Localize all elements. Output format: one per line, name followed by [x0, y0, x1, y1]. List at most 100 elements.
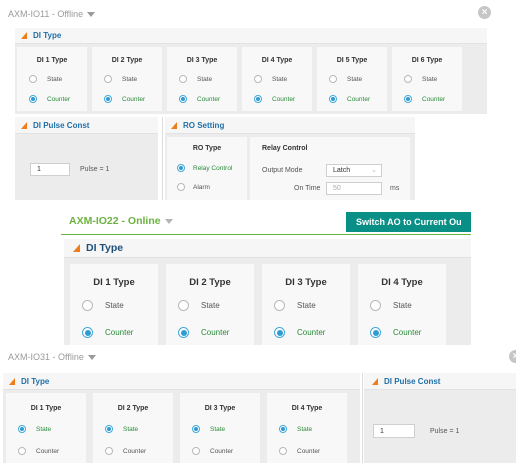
- radio-button[interactable]: [370, 300, 381, 311]
- di-type-card: DI 4 Type State Counter: [358, 264, 446, 345]
- radio-button[interactable]: [18, 447, 26, 455]
- radio-state[interactable]: State: [178, 300, 220, 311]
- radio-button[interactable]: [279, 447, 287, 455]
- radio-button[interactable]: [178, 300, 189, 311]
- orange-triangle-icon: [21, 32, 27, 39]
- radio-button[interactable]: [104, 95, 112, 103]
- radio-label: State: [36, 425, 52, 433]
- di-pulse-const-header[interactable]: DI Pulse Const: [15, 117, 158, 134]
- radio-button[interactable]: [370, 327, 381, 338]
- radio-button[interactable]: [274, 300, 285, 311]
- close-icon[interactable]: ×: [478, 6, 491, 19]
- pulse-const-input[interactable]: 1: [30, 163, 70, 176]
- radio-counter[interactable]: Counter: [192, 447, 233, 455]
- radio-button[interactable]: [404, 75, 412, 83]
- di-type-card-title: DI 1 Type: [36, 57, 68, 64]
- radio-label: Counter: [105, 328, 134, 337]
- radio-counter[interactable]: Counter: [29, 95, 70, 103]
- radio-label: Counter: [347, 95, 371, 103]
- radio-button[interactable]: [29, 75, 37, 83]
- di-type-header[interactable]: DI Type: [15, 28, 487, 44]
- di-type-card-title: DI 1 Type: [93, 277, 135, 288]
- radio-state[interactable]: State: [18, 425, 51, 433]
- radio-counter[interactable]: Counter: [178, 327, 229, 338]
- radio-counter[interactable]: Counter: [82, 327, 133, 338]
- radio-button[interactable]: [82, 300, 93, 311]
- radio-button[interactable]: [179, 75, 187, 83]
- radio-label: Counter: [297, 447, 321, 455]
- radio-button[interactable]: [179, 95, 187, 103]
- radio-state[interactable]: State: [105, 425, 138, 433]
- radio-button[interactable]: [254, 75, 262, 83]
- radio-state[interactable]: State: [404, 75, 437, 83]
- di-type-card: DI 1 Type State Counter: [6, 393, 86, 463]
- pulse-const-input[interactable]: 1: [373, 424, 415, 438]
- radio-button[interactable]: [29, 95, 37, 103]
- radio-button[interactable]: [404, 95, 412, 103]
- ro-setting-header[interactable]: RO Setting: [165, 117, 415, 134]
- radio-button[interactable]: [329, 95, 337, 103]
- radio-state[interactable]: State: [104, 75, 137, 83]
- di-type-header[interactable]: DI Type: [3, 373, 360, 390]
- output-mode-select[interactable]: Latch ⌄: [326, 164, 382, 177]
- radio-counter[interactable]: Counter: [279, 447, 320, 455]
- radio-state[interactable]: State: [279, 425, 312, 433]
- radio-state[interactable]: State: [179, 75, 212, 83]
- di-pulse-const-header[interactable]: DI Pulse Const: [364, 373, 516, 390]
- di-type-card-title: DI 1 Type: [30, 405, 62, 412]
- device-title-bar[interactable]: AXM-IO31 - Offline: [8, 349, 96, 365]
- di-type-card: DI 6 Type State Counter: [392, 47, 462, 111]
- radio-state[interactable]: State: [254, 75, 287, 83]
- radio-label: State: [347, 75, 363, 83]
- radio-label: Counter: [201, 328, 230, 337]
- caret-down-icon[interactable]: [164, 218, 173, 224]
- di-type-card-title: DI 6 Type: [411, 57, 443, 64]
- radio-button[interactable]: [177, 183, 185, 191]
- device-title-bar[interactable]: AXM-IO11 - Offline: [8, 6, 96, 22]
- radio-button[interactable]: [254, 95, 262, 103]
- radio-state[interactable]: State: [329, 75, 362, 83]
- radio-alarm[interactable]: Alarm: [177, 183, 210, 191]
- radio-counter[interactable]: Counter: [370, 327, 421, 338]
- radio-relay-control[interactable]: .p1 .radio.on::after{width:4px;height:4p…: [177, 164, 232, 172]
- radio-state[interactable]: State: [82, 300, 124, 311]
- radio-button[interactable]: [279, 425, 287, 433]
- pulse-const-suffix: Pulse = 1: [430, 428, 460, 435]
- radio-state[interactable]: State: [370, 300, 412, 311]
- radio-counter[interactable]: Counter: [179, 95, 220, 103]
- radio-counter[interactable]: Counter: [105, 447, 146, 455]
- device-title-bar[interactable]: AXM-IO22 - Online: [69, 213, 173, 229]
- radio-button[interactable]: .p1 .radio.on::after{width:4px;height:4p…: [177, 164, 185, 172]
- radio-button[interactable]: [105, 447, 113, 455]
- radio-label: State: [197, 75, 213, 83]
- di-type-card: DI 5 Type State Counter: [317, 47, 387, 111]
- radio-counter[interactable]: Counter: [329, 95, 370, 103]
- radio-button[interactable]: [178, 327, 189, 338]
- select-value: Latch: [333, 167, 351, 174]
- di-type-header[interactable]: DI Type: [64, 239, 471, 258]
- radio-counter[interactable]: Counter: [404, 95, 445, 103]
- radio-button[interactable]: [82, 327, 93, 338]
- radio-button[interactable]: [329, 75, 337, 83]
- radio-counter[interactable]: Counter: [18, 447, 59, 455]
- radio-button[interactable]: [104, 75, 112, 83]
- caret-down-icon[interactable]: [87, 354, 96, 360]
- on-time-input[interactable]: 50: [326, 182, 382, 195]
- radio-button[interactable]: [274, 327, 285, 338]
- radio-label: State: [105, 301, 124, 310]
- radio-button[interactable]: [192, 447, 200, 455]
- radio-button[interactable]: [192, 425, 200, 433]
- radio-state[interactable]: State: [192, 425, 225, 433]
- switch-ao-button[interactable]: Switch AO to Current Ou: [346, 212, 471, 232]
- radio-button[interactable]: [18, 425, 26, 433]
- radio-state[interactable]: State: [29, 75, 62, 83]
- caret-down-icon[interactable]: [87, 11, 96, 17]
- radio-counter[interactable]: Counter: [274, 327, 325, 338]
- radio-counter[interactable]: Counter: [104, 95, 145, 103]
- radio-counter[interactable]: Counter: [254, 95, 295, 103]
- close-icon[interactable]: ×: [509, 350, 516, 363]
- radio-button[interactable]: [105, 425, 113, 433]
- di-type-card-title: DI 3 Type: [285, 277, 327, 288]
- radio-label: Counter: [47, 95, 71, 103]
- radio-state[interactable]: State: [274, 300, 316, 311]
